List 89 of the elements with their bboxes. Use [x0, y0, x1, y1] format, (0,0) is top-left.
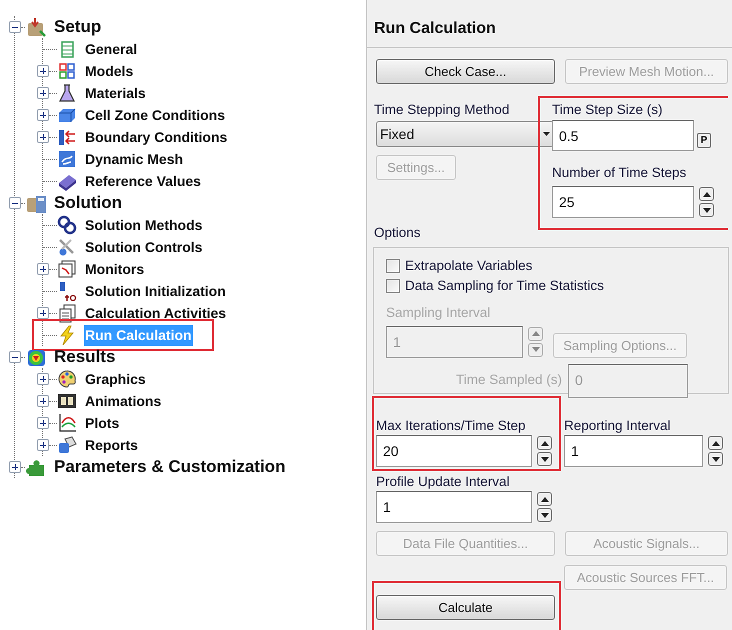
expand-button[interactable] — [37, 109, 49, 121]
tree-item[interactable]: Parameters & Customization — [53, 454, 286, 480]
spin-down-button[interactable] — [537, 508, 552, 522]
field-label: Time Sampled (s) — [456, 372, 562, 387]
field-label: Profile Update Interval — [376, 473, 511, 491]
tree-item[interactable]: Setup — [53, 14, 102, 40]
documents-icon — [57, 303, 77, 323]
checkbox-label: Data Sampling for Time Statistics — [405, 276, 604, 295]
field-label: Number of Time Steps — [552, 165, 686, 180]
expand-button[interactable] — [37, 373, 49, 385]
field-label: Sampling Interval — [386, 305, 490, 320]
tree-item[interactable]: Calculation Activities — [84, 302, 228, 324]
panel-title: Run Calculation — [374, 20, 496, 37]
tree-item[interactable]: Dynamic Mesh — [84, 148, 184, 170]
tree-item[interactable]: Solution Controls — [84, 236, 204, 258]
expand-button[interactable] — [37, 65, 49, 77]
up-arrow-icon — [540, 440, 548, 446]
tree-item[interactable]: Animations — [84, 390, 162, 412]
down-arrow-icon — [712, 456, 720, 462]
grid-icon — [57, 61, 77, 81]
up-arrow-icon — [702, 192, 710, 196]
up-arrow-icon — [540, 496, 548, 502]
expand-button[interactable] — [37, 307, 49, 319]
parameter-button[interactable]: P — [697, 133, 711, 148]
input-field[interactable]: 1 — [376, 491, 532, 523]
tree-item[interactable]: Graphics — [84, 368, 147, 390]
field-label: Options — [374, 225, 421, 240]
tree-item[interactable]: Monitors — [84, 258, 146, 280]
spin-up-button[interactable] — [708, 436, 723, 450]
expand-button[interactable] — [9, 461, 21, 473]
down-arrow-icon — [540, 456, 548, 462]
tree-item[interactable]: Solution Initialization — [84, 280, 227, 302]
tree-item[interactable]: Boundary Conditions — [84, 126, 228, 148]
input-field[interactable]: 25 — [552, 186, 694, 218]
expand-button[interactable] — [37, 131, 49, 143]
dropdown[interactable]: Fixed — [376, 121, 554, 147]
field-label: Max Iterations/Time Step — [376, 417, 527, 435]
collapse-button[interactable] — [9, 197, 21, 209]
spin-down-button[interactable] — [708, 452, 723, 466]
expand-button[interactable] — [37, 395, 49, 407]
monitor-chart-icon — [57, 259, 77, 279]
spin-up-button[interactable] — [537, 492, 552, 506]
tree-item[interactable]: Reports — [84, 434, 139, 456]
input-field[interactable]: 20 — [376, 435, 532, 467]
calculate-button[interactable]: Calculate — [376, 595, 555, 620]
plot-icon — [57, 413, 77, 433]
film-strip-icon — [57, 391, 77, 411]
down-arrow-icon — [532, 347, 540, 352]
report-icon — [57, 435, 77, 455]
palette-icon — [57, 369, 77, 389]
spin-down-button[interactable] — [699, 203, 714, 217]
tree-item[interactable]: General — [84, 38, 138, 60]
up-arrow-icon — [532, 331, 540, 336]
down-arrow-icon — [540, 512, 548, 518]
checkbox[interactable] — [386, 259, 400, 273]
expand-button[interactable] — [37, 417, 49, 429]
expand-button[interactable] — [37, 439, 49, 451]
boundary-arrows-icon — [57, 127, 77, 147]
collapse-button[interactable] — [9, 351, 21, 363]
tree-item[interactable]: Solution — [53, 190, 123, 216]
caret-icon — [543, 132, 550, 136]
input-field[interactable]: 1 — [564, 435, 703, 467]
expand-button[interactable] — [37, 87, 49, 99]
tree-item[interactable]: Materials — [84, 82, 147, 104]
field-label: Time Step Size (s) — [552, 101, 664, 119]
collapse-button[interactable] — [9, 21, 21, 33]
field-label: Time Stepping Method — [374, 101, 510, 119]
spin-down-button[interactable] — [537, 452, 552, 466]
check-case-button[interactable]: Check Case... — [376, 59, 555, 84]
tree-item[interactable]: Plots — [84, 412, 120, 434]
tree-item[interactable]: Results — [53, 344, 116, 370]
initialization-icon — [57, 281, 77, 301]
expand-button[interactable] — [37, 263, 49, 275]
tree-item[interactable]: Reference Values — [84, 170, 202, 192]
down-arrow-icon — [702, 208, 710, 212]
mesh-panel-icon — [57, 149, 77, 169]
crate-icon — [25, 16, 47, 38]
spin-up-button[interactable] — [537, 436, 552, 450]
input-field[interactable]: 0.5 — [552, 120, 694, 151]
spin-up-button[interactable] — [699, 187, 714, 201]
flask-icon — [57, 83, 77, 103]
field-label: Reporting Interval — [564, 417, 672, 435]
tree-item[interactable]: Cell Zone Conditions — [84, 104, 226, 126]
tree-item[interactable]: Solution Methods — [84, 214, 204, 236]
tree-item[interactable]: Models — [84, 60, 134, 82]
checkbox[interactable] — [386, 279, 400, 293]
checkbox-label: Extrapolate Variables — [405, 256, 532, 275]
gears-icon — [57, 215, 77, 235]
up-arrow-icon — [712, 440, 720, 446]
